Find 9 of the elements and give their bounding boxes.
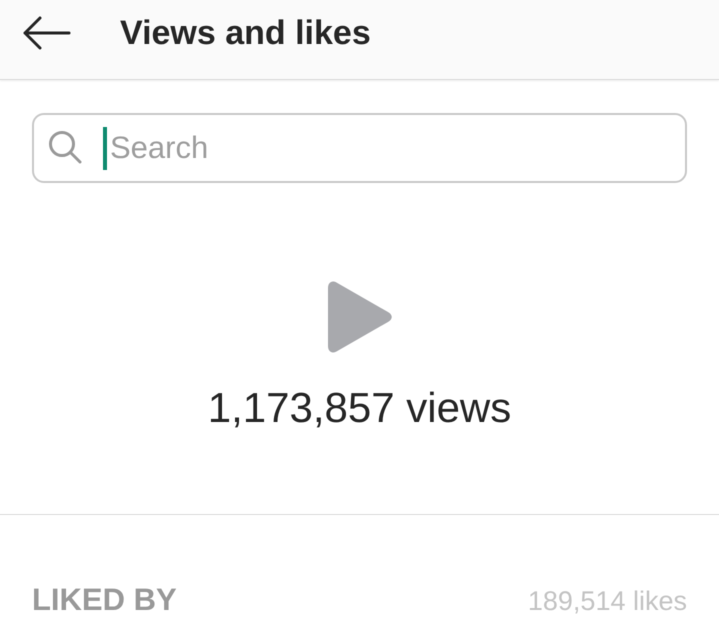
text-cursor-icon xyxy=(103,127,107,170)
search-icon xyxy=(48,130,82,164)
screen-title: Views and likes xyxy=(120,16,371,50)
play-icon xyxy=(326,280,394,354)
back-arrow-icon xyxy=(23,16,71,50)
view-count: 1,173,857 views xyxy=(208,387,512,429)
search-field[interactable]: Search xyxy=(32,113,687,183)
like-count: 189,514 likes xyxy=(528,588,687,615)
liked-by-heading: LIKED BY xyxy=(32,584,177,615)
